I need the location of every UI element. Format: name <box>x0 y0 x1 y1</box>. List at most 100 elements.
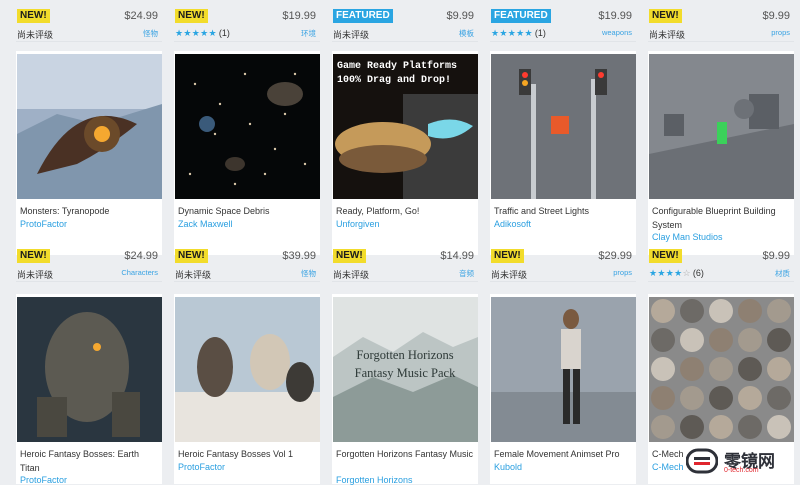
thumbnail-image: Game Ready Platforms 100% Drag and Drop! <box>333 54 478 199</box>
category-link[interactable]: 音频 <box>459 268 474 279</box>
product-title[interactable]: Heroic Fantasy Bosses: Earth Titan <box>20 447 160 475</box>
unrated-label: 尚未评级 <box>17 270 54 280</box>
featured-badge: FEATURED <box>491 9 551 23</box>
product-author-link[interactable]: Kubold <box>494 462 522 472</box>
product-thumbnail[interactable] <box>491 54 636 199</box>
product-author-link[interactable]: Clay Man Studios <box>652 232 723 242</box>
product-title[interactable]: Heroic Fantasy Bosses Vol 1 <box>178 447 318 461</box>
divider <box>490 41 636 42</box>
new-badge: NEW! <box>491 249 524 263</box>
category-link[interactable]: props <box>771 28 790 37</box>
product-thumbnail[interactable] <box>17 297 162 442</box>
product-thumbnail[interactable] <box>175 54 320 199</box>
product-author-link[interactable]: Adikosoft <box>494 219 531 229</box>
category-link[interactable]: weapons <box>602 28 632 37</box>
price-label: $39.99 <box>282 250 316 262</box>
unrated-label: 尚未评级 <box>649 30 686 40</box>
new-badge: NEW! <box>333 249 366 263</box>
product-thumbnail[interactable] <box>491 297 636 442</box>
rating-count: (6) <box>692 268 704 278</box>
product-card[interactable]: Configurable Blueprint Building System Cl… <box>648 51 794 255</box>
product-title[interactable]: Forgotten Horizons Fantasy Music <box>336 447 476 461</box>
product-card[interactable]: Traffic and Street Lights Adikosoft <box>490 51 636 255</box>
rating-row: ★★★★★ (1) 环境 <box>175 28 316 40</box>
divider <box>174 41 320 42</box>
card-header: NEW! $14.99 尚未评级 音频 <box>332 248 478 282</box>
divider <box>648 281 794 282</box>
new-badge: NEW! <box>649 249 682 263</box>
new-badge: NEW! <box>175 249 208 263</box>
product-card[interactable]: Heroic Fantasy Bosses Vol 1 ProtoFactor <box>174 294 320 484</box>
category-link[interactable]: props <box>613 268 632 277</box>
featured-badge: FEATURED <box>333 9 393 23</box>
new-badge: NEW! <box>17 9 50 23</box>
rating-row: 尚未评级 模板 <box>333 28 474 40</box>
rating-count: (1) <box>534 28 546 38</box>
card-header: NEW! $24.99 尚未评级 Characters <box>16 248 162 282</box>
star-rating-icon: ★★★★★ <box>491 28 533 38</box>
divider <box>16 41 162 42</box>
product-author-link[interactable]: ProtoFactor <box>178 462 225 472</box>
product-card[interactable]: Monsters: Tyranopode ProtoFactor <box>16 51 162 255</box>
category-link[interactable]: 模板 <box>459 28 474 39</box>
card-header: NEW! $29.99 尚未评级 props <box>490 248 636 282</box>
unrated-label: 尚未评级 <box>175 270 212 280</box>
product-author-link[interactable]: Unforgiven <box>336 219 380 229</box>
rating-row: 尚未评级 怪物 <box>175 268 316 280</box>
card-header: NEW! $19.99 ★★★★★ (1) 环境 <box>174 8 320 42</box>
watermark: 零镜网 0-tech.com <box>684 446 794 478</box>
product-card[interactable]: Game Ready Platforms 100% Drag and Drop! R… <box>332 51 478 255</box>
star-rating-icon: ★★★★☆ <box>649 268 691 278</box>
product-thumbnail[interactable] <box>649 297 794 442</box>
watermark-logo <box>686 448 718 474</box>
product-author-link[interactable]: Zack Maxwell <box>178 219 233 229</box>
product-thumbnail[interactable] <box>175 297 320 442</box>
thumb-text-line: Fantasy Music Pack <box>355 366 456 380</box>
thumbnail-image <box>175 54 320 199</box>
product-author-link[interactable]: ProtoFactor <box>20 475 67 485</box>
rating-row: 尚未评级 props <box>649 28 790 40</box>
star-rating-icon: ★★★★★ <box>175 28 217 38</box>
new-badge: NEW! <box>649 9 682 23</box>
thumbnail-image <box>491 297 636 442</box>
card-header: NEW! $24.99 尚未评级 怪物 <box>16 8 162 42</box>
product-thumbnail[interactable]: Forgotten Horizons Fantasy Music Pack <box>333 297 478 442</box>
product-card[interactable]: Heroic Fantasy Bosses: Earth Titan ProtoF… <box>16 294 162 485</box>
rating-row: ★★★★★ (1) weapons <box>491 28 632 40</box>
product-thumbnail[interactable] <box>649 54 794 199</box>
product-title[interactable]: Female Movement Animset Pro <box>494 447 634 461</box>
product-author-link[interactable]: Forgotten Horizons <box>336 475 413 485</box>
product-title[interactable]: Configurable Blueprint Building System <box>652 204 792 232</box>
divider <box>174 281 320 282</box>
thumbnail-image <box>491 54 636 199</box>
price-label: $9.99 <box>762 250 790 262</box>
thumbnail-image <box>17 297 162 442</box>
product-title[interactable]: Dynamic Space Debris <box>178 204 318 218</box>
divider <box>16 281 162 282</box>
category-link[interactable]: 环境 <box>301 28 316 39</box>
price-label: $14.99 <box>440 250 474 262</box>
category-link[interactable]: 怪物 <box>143 28 158 39</box>
thumbnail-image <box>649 297 794 442</box>
rating-row: ★★★★☆ (6) 材质 <box>649 268 790 280</box>
card-header: NEW! $9.99 ★★★★☆ (6) 材质 <box>648 248 794 282</box>
category-link[interactable]: Characters <box>121 268 158 277</box>
category-link[interactable]: 材质 <box>775 268 790 279</box>
rating-row: 尚未评级 props <box>491 268 632 280</box>
product-thumbnail[interactable]: Game Ready Platforms 100% Drag and Drop! <box>333 54 478 199</box>
watermark-url: 0-tech.com <box>724 467 759 474</box>
thumbnail-image <box>17 54 162 199</box>
product-card[interactable]: Dynamic Space Debris Zack Maxwell <box>174 51 320 255</box>
thumbnail-image: Forgotten Horizons Fantasy Music Pack <box>333 297 478 442</box>
product-card[interactable]: Forgotten Horizons Fantasy Music Pack Forg… <box>332 294 478 485</box>
product-author-link[interactable]: ProtoFactor <box>20 219 67 229</box>
price-label: $24.99 <box>124 10 158 22</box>
product-card[interactable]: Female Movement Animset Pro Kubold <box>490 294 636 484</box>
product-title[interactable]: Monsters: Tyranopode <box>20 204 160 218</box>
product-thumbnail[interactable] <box>17 54 162 199</box>
product-title[interactable]: Ready, Platform, Go! <box>336 204 476 218</box>
product-title[interactable]: Traffic and Street Lights <box>494 204 634 218</box>
category-link[interactable]: 怪物 <box>301 268 316 279</box>
price-label: $9.99 <box>446 10 474 22</box>
product-author-link[interactable]: C-Mech <box>652 462 684 472</box>
